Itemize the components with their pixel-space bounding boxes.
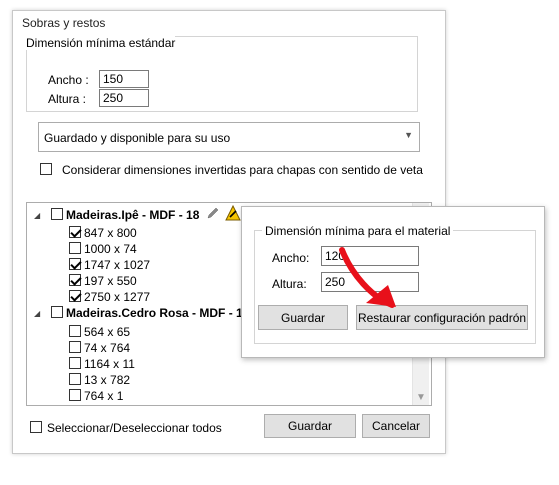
collapse-icon[interactable]: ◢ (34, 211, 40, 220)
standard-height-label: Altura : (48, 92, 87, 106)
select-all-checkbox[interactable] (30, 421, 42, 433)
inverted-dimensions-label: Considerar dimensiones invertidas para c… (62, 163, 423, 177)
scroll-down-icon: ▼ (416, 392, 426, 403)
material-dimension-legend: Dimensión mínima para el material (262, 224, 454, 238)
tree-item-label: 564 x 65 (84, 325, 131, 339)
tree-item-checkbox[interactable] (69, 373, 81, 385)
tree-item-checkbox[interactable] (69, 242, 81, 254)
inverted-dimensions-checkbox[interactable] (40, 163, 52, 175)
collapse-icon[interactable]: ◢ (34, 309, 40, 318)
pencil-icon[interactable] (207, 207, 219, 219)
tree-item-checkbox[interactable] (69, 325, 81, 337)
tree-item-label: 13 x 782 (84, 373, 131, 387)
status-dropdown-value: Guardado y disponible para su uso (44, 131, 231, 145)
material-height-label: Altura: (272, 277, 307, 291)
tree-item-checkbox[interactable] (69, 258, 81, 270)
tree-item-label: 1000 x 74 (84, 242, 137, 256)
tree-item-checkbox[interactable] (69, 290, 81, 302)
tree-node-checkbox[interactable] (51, 208, 63, 220)
standard-height-field[interactable] (99, 89, 149, 107)
tree-item-label: 74 x 764 (84, 341, 131, 355)
tree-node-label: Madeiras.Ipê - MDF - 18 (66, 208, 200, 222)
tree-node-label: Madeiras.Cedro Rosa - MDF - 1 (66, 306, 243, 320)
save-button[interactable]: Guardar (264, 414, 356, 438)
status-dropdown[interactable]: Guardado y disponible para su uso ▼ (38, 122, 420, 152)
tree-item-label: 197 x 550 (84, 274, 137, 288)
tree-item-label: 1747 x 1027 (84, 258, 151, 272)
standard-width-field[interactable] (99, 70, 149, 88)
tree-item-label: 1164 x 11 (84, 357, 135, 371)
select-all-label: Seleccionar/Deseleccionar todos (47, 421, 222, 435)
tree-item-label: 2750 x 1277 (84, 290, 151, 304)
standard-width-label: Ancho : (48, 73, 89, 87)
tree-item-checkbox[interactable] (69, 226, 81, 238)
tree-item-checkbox[interactable] (69, 274, 81, 286)
tree-node-checkbox[interactable] (51, 306, 63, 318)
annotation-arrow-icon (339, 247, 396, 308)
standard-dimension-legend: Dimensión mínima estándar (26, 36, 176, 50)
warning-icon (225, 205, 241, 221)
tree-item-label: 764 x 1 (84, 389, 124, 403)
tree-item-label: 847 x 800 (84, 226, 137, 240)
material-width-label: Ancho: (272, 251, 310, 265)
chevron-down-icon: ▼ (404, 130, 413, 140)
tree-item-checkbox[interactable] (69, 357, 81, 369)
tree-item-checkbox[interactable] (69, 341, 81, 353)
window-title: Sobras y restos (22, 16, 106, 30)
tree-item-checkbox[interactable] (69, 389, 81, 401)
cancel-button[interactable]: Cancelar (362, 414, 430, 438)
